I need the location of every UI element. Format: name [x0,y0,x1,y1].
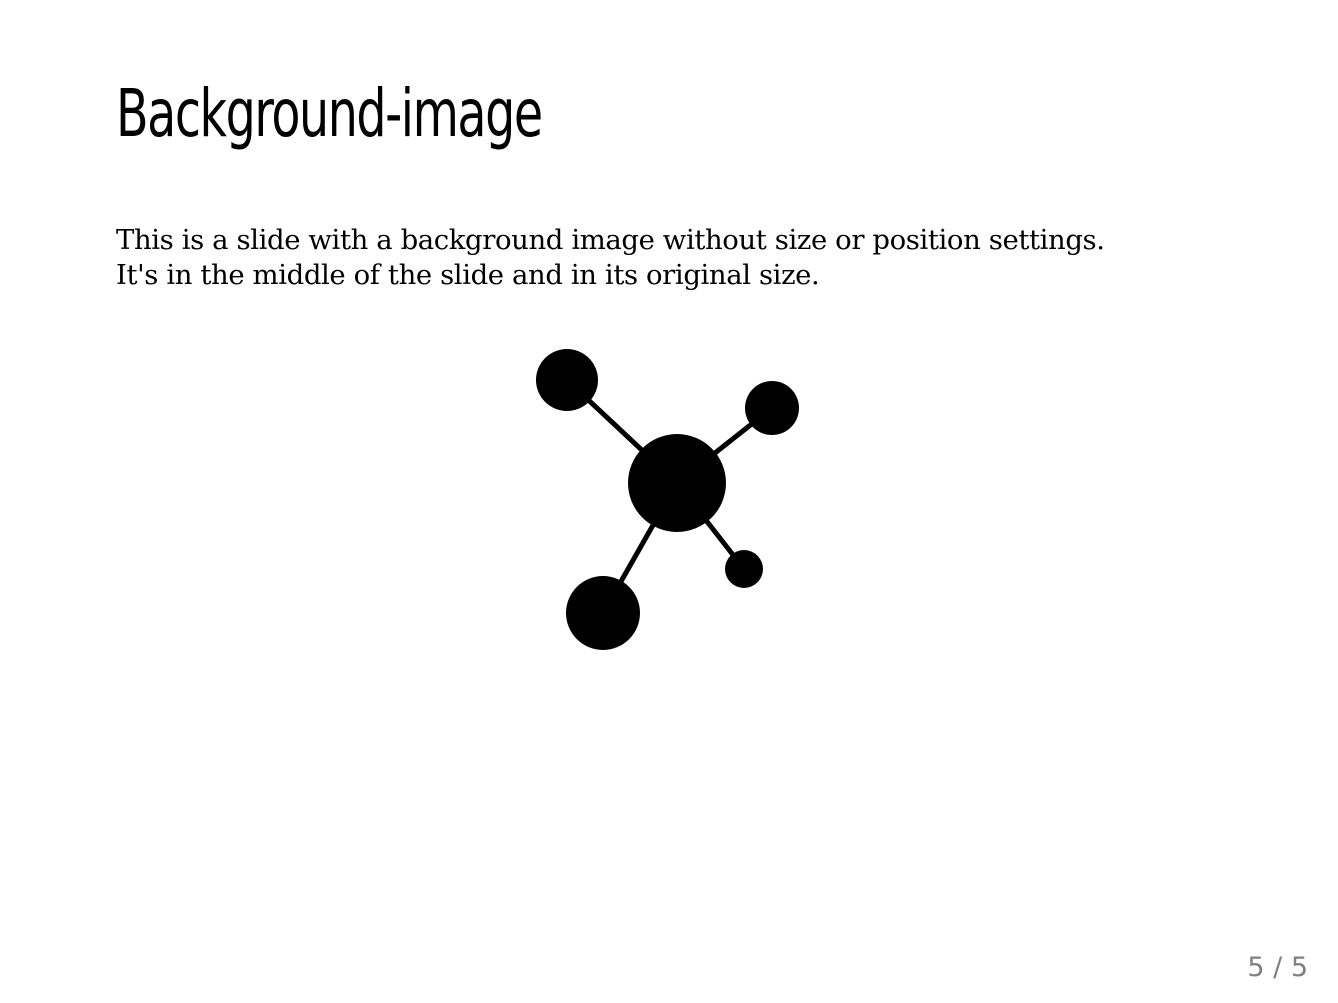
slide: Background-image This is a slide with a … [0,0,1338,1003]
molecule-network-icon [536,349,799,650]
body-line-2: It's in the middle of the slide and in i… [116,259,820,291]
slide-body: This is a slide with a background image … [116,223,1236,293]
body-line-1: This is a slide with a background image … [116,224,1105,256]
page-counter: 5 / 5 [1247,952,1308,983]
slide-title: Background-image [116,75,543,152]
